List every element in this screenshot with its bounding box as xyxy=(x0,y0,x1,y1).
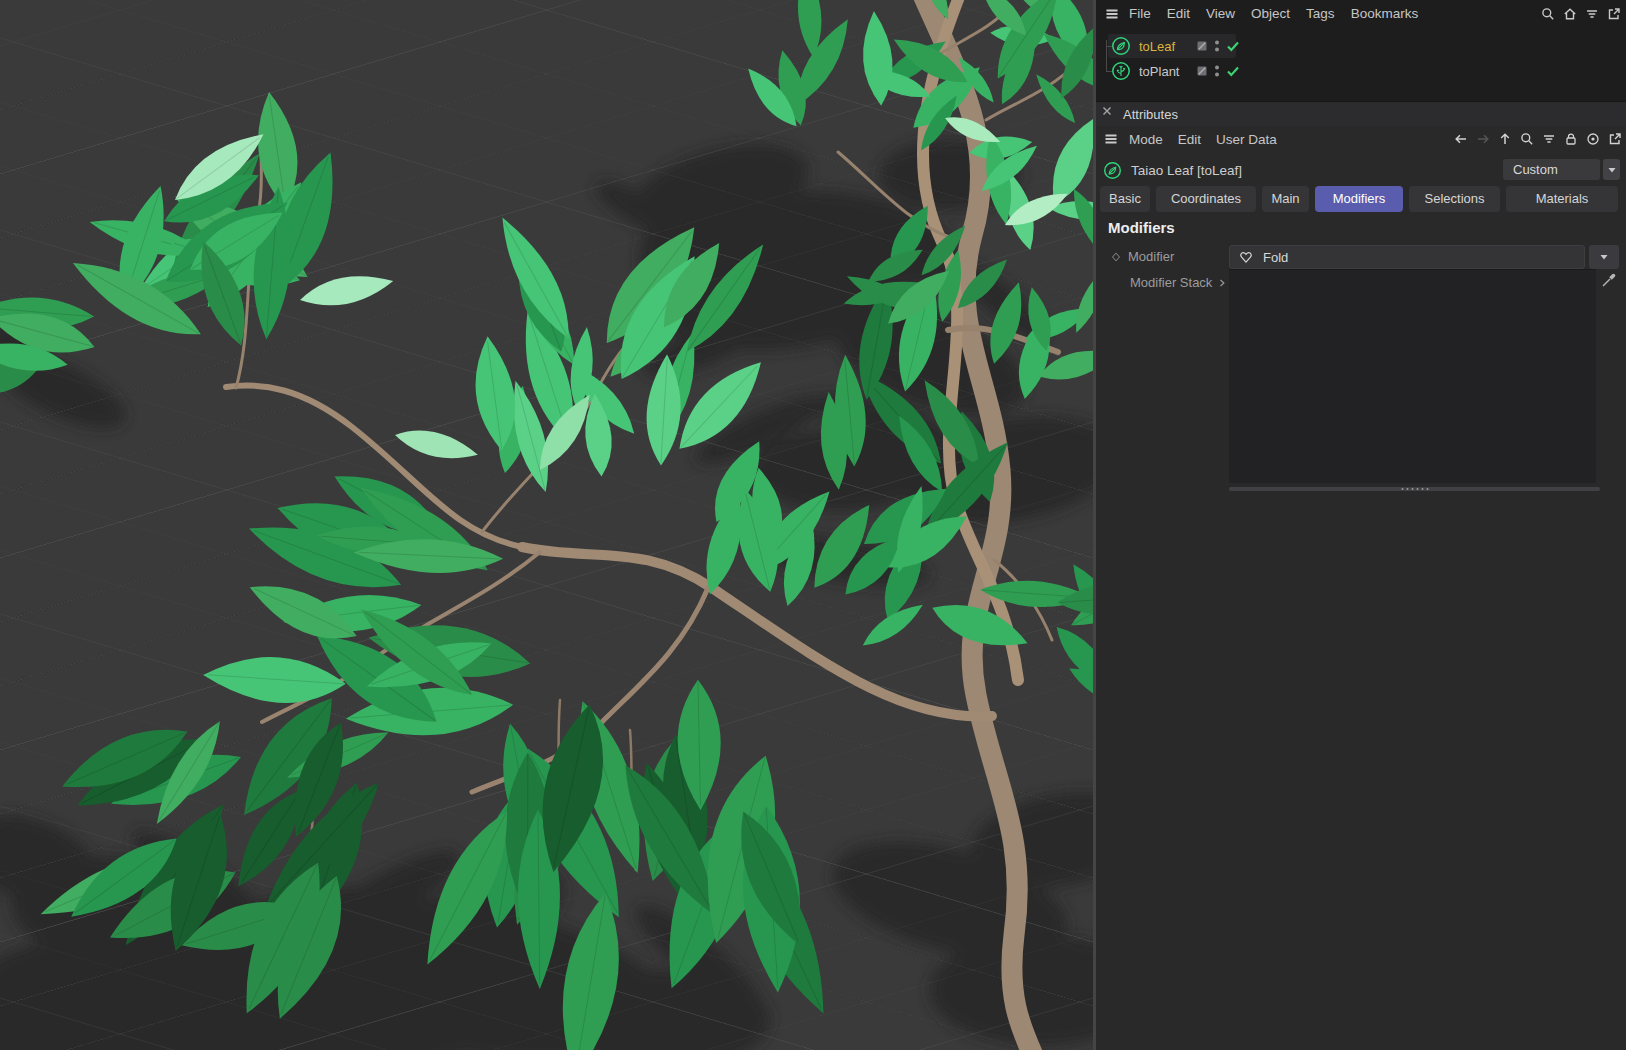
viewport-scene[interactable] xyxy=(0,0,1093,1050)
om-menu-tags[interactable]: Tags xyxy=(1306,6,1335,21)
enabled-check-icon[interactable] xyxy=(1225,63,1241,79)
tab-materials[interactable]: Materials xyxy=(1506,186,1618,212)
om-menu-edit[interactable]: Edit xyxy=(1167,6,1190,21)
object-row-toplant[interactable]: toPlant xyxy=(1111,59,1244,83)
popout-icon[interactable] xyxy=(1606,130,1624,148)
object-row-toleaf[interactable]: toLeaf xyxy=(1111,34,1244,58)
tab-selections[interactable]: Selections xyxy=(1409,186,1500,212)
panel-splitter[interactable] xyxy=(1229,487,1600,491)
home-icon[interactable] xyxy=(1561,5,1579,23)
texture-tag-icon[interactable] xyxy=(1195,39,1209,53)
attr-menu-edit[interactable]: Edit xyxy=(1178,132,1201,147)
attributes-menu-icon[interactable] xyxy=(1102,130,1120,148)
object-manager-menu-icon[interactable] xyxy=(1103,5,1121,23)
fold-icon xyxy=(1238,249,1254,265)
search-icon[interactable] xyxy=(1518,130,1536,148)
enabled-check-icon[interactable] xyxy=(1225,38,1241,54)
modifier-dropdown[interactable]: Fold xyxy=(1229,245,1585,269)
tree-line xyxy=(1106,40,1107,72)
lock-icon[interactable] xyxy=(1562,130,1580,148)
forward-arrow-icon[interactable] xyxy=(1474,130,1492,148)
filter-icon[interactable] xyxy=(1583,5,1601,23)
chevron-right-icon xyxy=(1216,277,1228,289)
modifier-stack-textarea[interactable] xyxy=(1229,269,1596,483)
preset-dropdown-arrow[interactable] xyxy=(1603,159,1620,180)
back-arrow-icon[interactable] xyxy=(1452,130,1470,148)
attributes-menubar: Mode Edit User Data xyxy=(1096,126,1626,152)
modifier-stack-label: Modifier Stack xyxy=(1130,275,1212,290)
application-window: File Edit View Object Tags Bookmarks xyxy=(0,0,1626,1050)
filter-icon[interactable] xyxy=(1540,130,1558,148)
close-icon[interactable] xyxy=(1101,105,1113,117)
up-arrow-icon[interactable] xyxy=(1496,130,1514,148)
leaf-object-icon xyxy=(1111,36,1131,56)
modifier-dropdown-arrow[interactable] xyxy=(1589,245,1619,269)
attr-menu-mode[interactable]: Mode xyxy=(1129,132,1163,147)
plant-object-icon xyxy=(1111,61,1131,81)
diamond-icon[interactable] xyxy=(1110,251,1122,263)
visibility-dots-icon[interactable] xyxy=(1212,63,1222,79)
om-menu-file[interactable]: File xyxy=(1129,6,1151,21)
tab-main[interactable]: Main xyxy=(1262,186,1309,212)
texture-tag-icon[interactable] xyxy=(1195,64,1209,78)
object-name: toLeaf xyxy=(1139,39,1195,54)
preset-dropdown[interactable]: Custom xyxy=(1503,159,1600,180)
om-menu-bookmarks[interactable]: Bookmarks xyxy=(1351,6,1419,21)
attribute-tabs: Basic Coordinates Main Modifiers Selecti… xyxy=(1100,186,1618,212)
viewport-3d[interactable] xyxy=(0,0,1093,1050)
attributes-panel: Attributes Mode Edit User Data xyxy=(1096,101,1626,1050)
target-icon[interactable] xyxy=(1584,130,1602,148)
object-name: toPlant xyxy=(1139,64,1195,79)
attributes-header: Attributes xyxy=(1096,101,1626,126)
modifier-stack-row[interactable]: Modifier Stack xyxy=(1130,275,1228,290)
attr-menu-userdata[interactable]: User Data xyxy=(1216,132,1277,147)
right-panel: File Edit View Object Tags Bookmarks xyxy=(1096,0,1626,1050)
tab-coordinates[interactable]: Coordinates xyxy=(1156,186,1256,212)
tab-modifiers[interactable]: Modifiers xyxy=(1315,186,1403,212)
tab-basic[interactable]: Basic xyxy=(1100,186,1150,212)
object-title: Taiao Leaf [toLeaf] xyxy=(1131,163,1242,178)
om-menu-object[interactable]: Object xyxy=(1251,6,1290,21)
edit-pencil-icon[interactable] xyxy=(1600,271,1618,289)
search-icon[interactable] xyxy=(1539,5,1557,23)
attributes-title: Attributes xyxy=(1123,107,1178,122)
om-menu-view[interactable]: View xyxy=(1206,6,1235,21)
object-manager-menubar: File Edit View Object Tags Bookmarks xyxy=(1096,0,1626,27)
section-title: Modifiers xyxy=(1108,219,1175,236)
modifier-label: Modifier xyxy=(1128,249,1174,264)
object-manager: File Edit View Object Tags Bookmarks xyxy=(1096,0,1626,101)
modifier-value: Fold xyxy=(1263,250,1288,265)
popout-icon[interactable] xyxy=(1605,5,1623,23)
visibility-dots-icon[interactable] xyxy=(1212,38,1222,54)
leaf-object-icon xyxy=(1103,161,1122,180)
modifier-label-row: Modifier xyxy=(1110,249,1174,264)
